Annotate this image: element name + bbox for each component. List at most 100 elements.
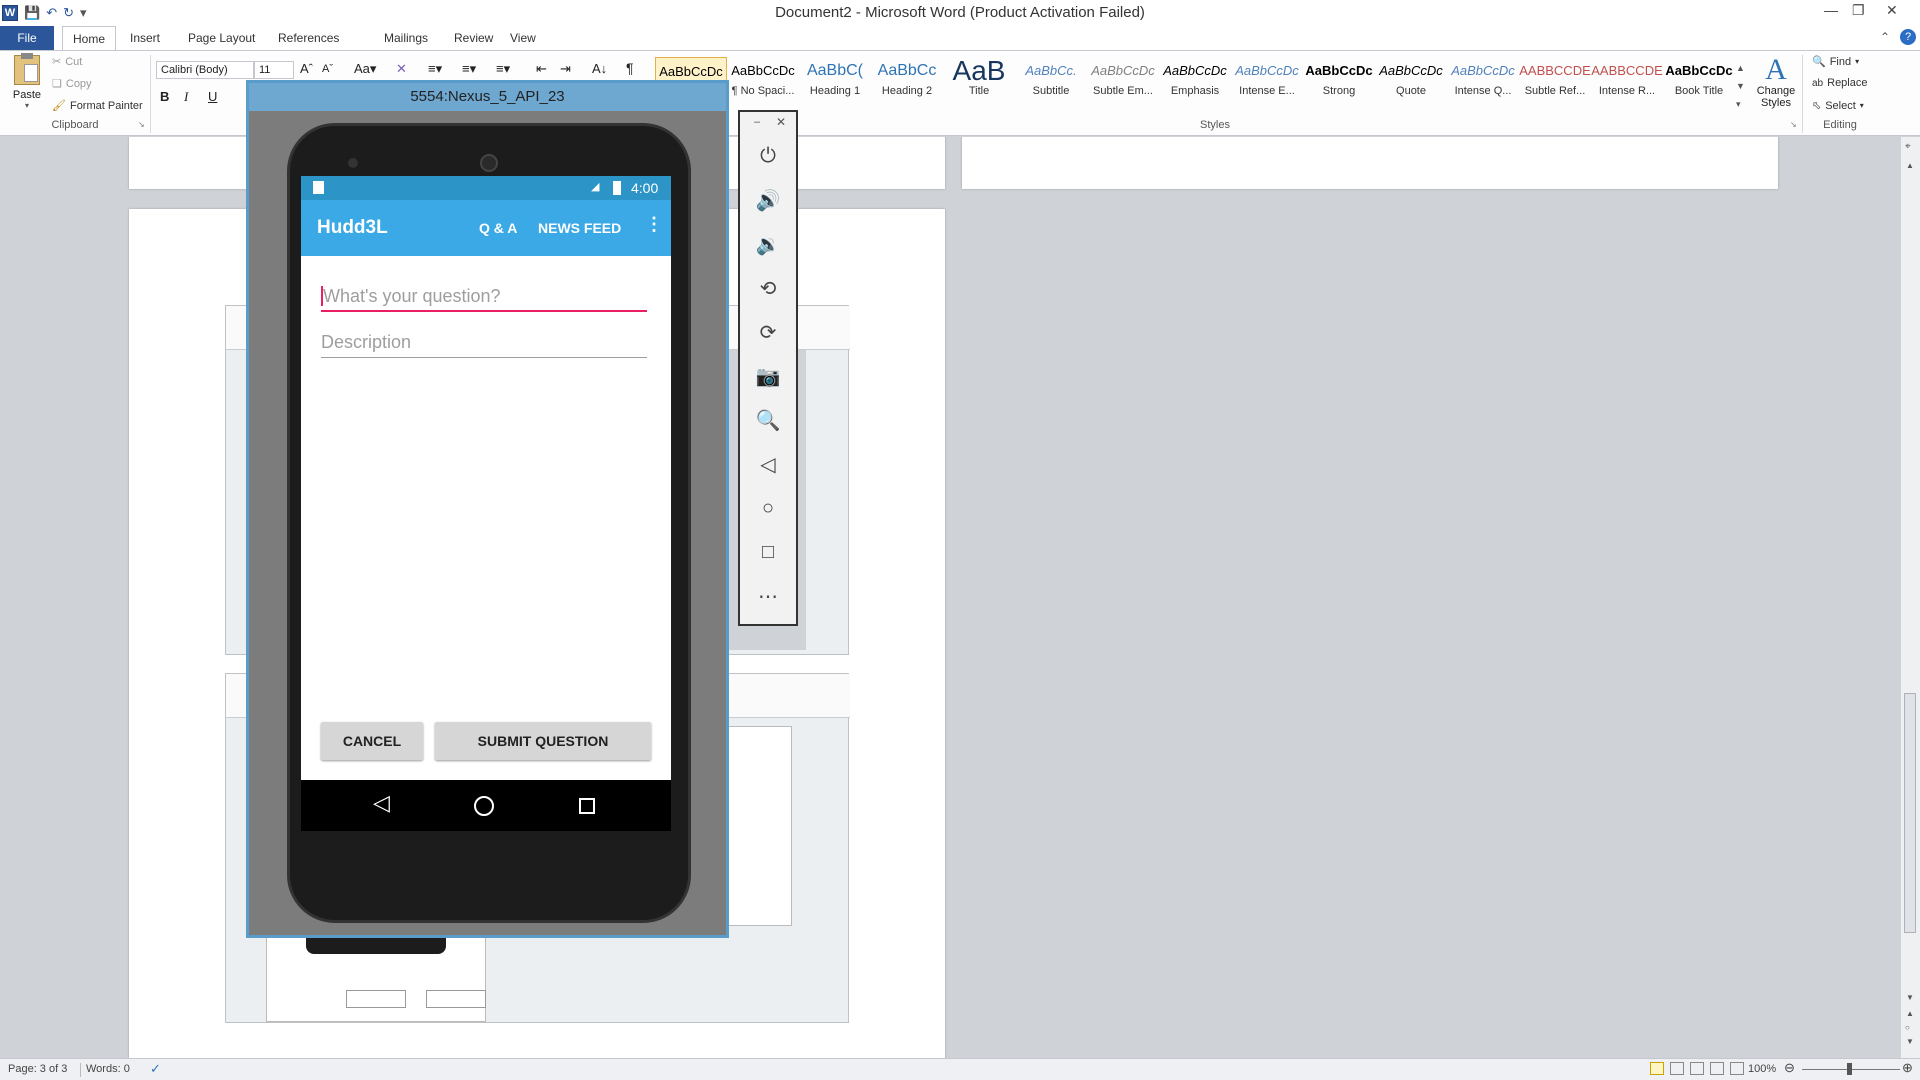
tab-references[interactable]: References — [268, 26, 349, 50]
next-page-icon[interactable]: ▼ — [1906, 1037, 1914, 1046]
clipboard-launcher-icon[interactable]: ↘ — [138, 120, 145, 129]
zoom-in-icon[interactable]: ⊕ — [1902, 1060, 1913, 1076]
zoom-slider-thumb[interactable] — [1847, 1063, 1852, 1075]
styles-scroll-down-icon[interactable]: ▼ — [1736, 81, 1745, 91]
style-item[interactable]: AaBbC(Heading 1 — [799, 57, 871, 105]
scroll-down-icon[interactable]: ▼ — [1906, 993, 1914, 1002]
back-button[interactable]: ◁ — [740, 442, 796, 486]
format-painter-button[interactable]: 🖌 Format Painter — [52, 99, 143, 113]
page-count[interactable]: Page: 3 of 3 — [8, 1063, 67, 1075]
tab-insert[interactable]: Insert — [120, 26, 170, 50]
toolbar-minimize-icon[interactable]: – — [754, 116, 760, 128]
style-item[interactable]: AaBbCcDc Intense Q... — [1447, 57, 1519, 105]
tab-view[interactable]: View — [500, 26, 546, 50]
help-icon[interactable]: ? — [1900, 29, 1916, 45]
scroll-thumb[interactable] — [1904, 693, 1916, 933]
previous-page-icon[interactable]: ▲ — [1906, 1009, 1914, 1018]
web-layout-icon[interactable] — [1690, 1062, 1704, 1075]
zoom-level[interactable]: 100% — [1748, 1063, 1776, 1075]
tab-review[interactable]: Review — [444, 26, 503, 50]
find-button[interactable]: 🔍 Find ▾ — [1812, 55, 1859, 69]
numbering-icon[interactable]: ≡▾ — [462, 61, 476, 77]
power-button[interactable]: ⏻ — [740, 134, 796, 178]
style-item[interactable]: AaBbCcDc Subtle Em... — [1087, 57, 1159, 105]
rotate-right-button[interactable]: ⟳ — [740, 310, 796, 354]
styles-launcher-icon[interactable]: ↘ — [1790, 120, 1797, 129]
style-item[interactable]: AaBbCcDc ¶ No Spaci... — [727, 57, 799, 105]
style-item[interactable]: AaBbCcDc Quote — [1375, 57, 1447, 105]
volume-down-button[interactable]: 🔉 — [740, 222, 796, 266]
back-icon[interactable]: ◁ — [373, 790, 390, 816]
tab-page-layout[interactable]: Page Layout — [178, 26, 265, 50]
tab-home[interactable]: Home — [62, 26, 117, 50]
style-item[interactable]: AABBCCDE Subtle Ref... — [1519, 57, 1591, 105]
description-input[interactable]: Description — [321, 330, 647, 358]
outline-icon[interactable] — [1710, 1062, 1724, 1075]
menu-news-feed[interactable]: NEWS FEED — [538, 220, 621, 236]
styles-scroll-up-icon[interactable]: ▲ — [1736, 63, 1745, 73]
style-item[interactable]: AaBbCcDc Intense E... — [1231, 57, 1303, 105]
increase-indent-icon[interactable]: ⇥ — [560, 61, 571, 77]
question-input[interactable]: What's your question? — [321, 284, 647, 312]
print-layout-icon[interactable] — [1650, 1062, 1664, 1075]
full-screen-reading-icon[interactable] — [1670, 1062, 1684, 1075]
bold-button[interactable]: B — [160, 89, 169, 104]
select-browse-object-icon[interactable]: ○ — [1905, 1023, 1910, 1032]
bullets-icon[interactable]: ≡▾ — [428, 61, 442, 77]
toolbar-close-icon[interactable]: ✕ — [776, 115, 786, 129]
draft-icon[interactable] — [1730, 1062, 1744, 1075]
font-size-combo[interactable]: 11 — [254, 61, 294, 79]
volume-up-button[interactable]: 🔊 — [740, 178, 796, 222]
ribbon-minimize-icon[interactable]: ⌃ — [1880, 30, 1890, 44]
rotate-left-button[interactable]: ⟲ — [740, 266, 796, 310]
style-item[interactable]: AaBbCc Heading 2 — [871, 57, 943, 105]
show-formatting-icon[interactable]: ¶ — [626, 60, 634, 76]
minimize-icon[interactable]: — — [1824, 2, 1838, 18]
style-item[interactable]: AABBCCDE Intense R... — [1591, 57, 1663, 105]
home-icon[interactable] — [474, 796, 494, 816]
screenshot-button[interactable]: 📷 — [740, 354, 796, 398]
select-button[interactable]: ⬁ Select ▾ — [1812, 99, 1864, 113]
italic-button[interactable]: I — [184, 89, 188, 105]
shrink-font-icon[interactable]: Aˇ — [322, 63, 333, 75]
change-case-icon[interactable]: Aa▾ — [354, 61, 376, 77]
clear-formatting-icon[interactable]: ✕ — [396, 61, 407, 77]
tab-mailings[interactable]: Mailings — [374, 26, 438, 50]
restore-icon[interactable]: ❐ — [1852, 2, 1865, 19]
style-item[interactable]: AaBbCc. Subtitle — [1015, 57, 1087, 105]
home-button[interactable]: ○ — [740, 486, 796, 530]
copy-button[interactable]: ❏ Copy — [52, 77, 92, 91]
style-item[interactable]: AaBbCcDc Strong — [1303, 57, 1375, 105]
menu-qa[interactable]: Q & A — [479, 220, 517, 236]
ruler-toggle-icon[interactable]: ⌖ — [1905, 141, 1911, 152]
font-name-combo[interactable]: Calibri (Body) — [156, 61, 254, 79]
decrease-indent-icon[interactable]: ⇤ — [536, 61, 547, 77]
sort-icon[interactable]: A↓ — [592, 61, 607, 76]
close-icon[interactable]: ✕ — [1886, 2, 1898, 19]
underline-button[interactable]: U — [208, 89, 217, 104]
replace-button[interactable]: ab Replace — [1812, 77, 1867, 89]
proofing-icon[interactable]: ✓ — [150, 1061, 161, 1077]
zoom-out-icon[interactable]: ⊖ — [1784, 1060, 1795, 1076]
change-styles-button[interactable]: A Change Styles — [1752, 55, 1800, 117]
cut-button[interactable]: ✂ Cut — [52, 55, 82, 69]
grow-font-icon[interactable]: Aˆ — [300, 61, 313, 76]
recents-icon[interactable] — [579, 798, 595, 814]
multilevel-list-icon[interactable]: ≡▾ — [496, 61, 510, 77]
overflow-menu-icon[interactable]: ⋮ — [645, 214, 663, 235]
cancel-button[interactable]: CANCEL — [321, 722, 423, 760]
more-button[interactable]: ⋯ — [740, 574, 796, 618]
style-item[interactable]: AaBbCcDc Book Title — [1663, 57, 1735, 105]
scroll-up-icon[interactable]: ▲ — [1906, 161, 1914, 170]
overview-button[interactable]: □ — [740, 530, 796, 574]
paste-button[interactable]: Paste ▾ — [8, 53, 46, 119]
vertical-scrollbar[interactable]: ⌖ ▲ ▼ ▲ ○ ▼ — [1900, 137, 1920, 1058]
phone-screen[interactable]: ◢ 4:00 Hudd3L Q & A NEWS FEED ⋮ What's y… — [301, 176, 671, 831]
style-item[interactable]: AaBbCcDc Emphasis — [1159, 57, 1231, 105]
submit-question-button[interactable]: SUBMIT QUESTION — [435, 722, 651, 760]
tab-file[interactable]: File — [0, 26, 54, 50]
styles-more-icon[interactable]: ▾ — [1736, 99, 1741, 110]
zoom-button[interactable]: 🔍 — [740, 398, 796, 442]
style-item[interactable]: AaB Title — [943, 57, 1015, 105]
word-count[interactable]: Words: 0 — [86, 1063, 130, 1075]
